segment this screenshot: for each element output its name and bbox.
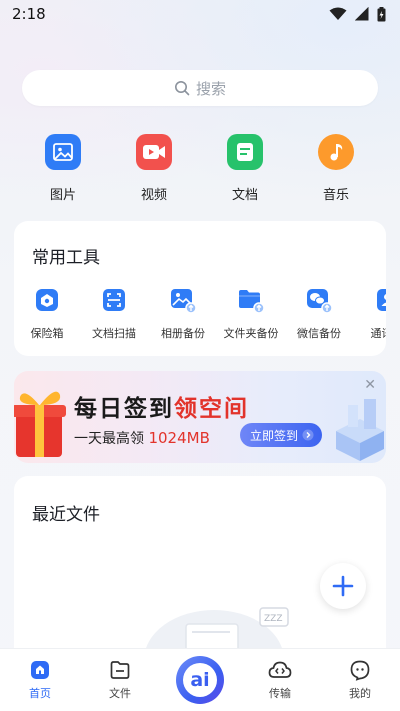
add-button[interactable] — [320, 563, 366, 609]
gift-icon — [14, 391, 66, 457]
wifi-icon — [329, 7, 347, 20]
checkin-button-label: 立即签到 — [250, 428, 299, 443]
tool-label: 保险箱 — [30, 327, 64, 340]
search-input[interactable]: 搜索 — [22, 70, 378, 106]
empty-state-illustration: ZZZ — [146, 607, 289, 648]
category-images[interactable]: 图片 — [28, 134, 98, 203]
category-row: 图片 视频 文档 音乐 — [0, 134, 400, 214]
scan-icon — [99, 285, 129, 315]
tab-home[interactable]: 首页 — [10, 659, 70, 701]
recent-files-title: 最近文件 — [32, 505, 100, 525]
status-icons — [329, 6, 386, 22]
bottom-tab-bar: 首页 文件 ai 传输 我的 — [0, 648, 400, 711]
tool-doc-scan[interactable]: 文档扫描 — [81, 285, 147, 341]
tab-label: 文件 — [109, 687, 131, 700]
banner-subtitle-text: 一天最高领 — [74, 431, 149, 447]
category-label: 文档 — [231, 188, 258, 203]
tool-label: 文档扫描 — [92, 327, 136, 340]
search-icon — [174, 81, 190, 96]
status-bar: 2:18 — [0, 0, 400, 28]
category-documents[interactable]: 文档 — [210, 134, 280, 203]
banner-close-button[interactable]: ✕ — [364, 377, 376, 393]
signal-icon — [355, 7, 369, 21]
banner-subtitle: 一天最高领 1024MB — [74, 428, 210, 448]
music-icon — [318, 134, 354, 170]
battery-icon — [377, 6, 386, 21]
tool-label: 通讯录 — [370, 327, 387, 340]
image-icon — [45, 134, 81, 170]
tool-safe-box[interactable]: 保险箱 — [14, 285, 80, 341]
album-backup-icon — [168, 285, 198, 315]
wechat-backup-icon — [304, 285, 334, 315]
video-icon — [136, 134, 172, 170]
tab-label: 我的 — [349, 687, 371, 700]
category-videos[interactable]: 视频 — [119, 134, 189, 203]
tab-transfer[interactable]: 传输 — [250, 659, 310, 701]
svg-text:ZZZ: ZZZ — [264, 614, 283, 624]
tool-wechat-backup[interactable]: 微信备份 — [286, 285, 352, 341]
profile-icon — [350, 660, 370, 681]
building-illustration — [336, 399, 384, 461]
chevron-right-icon — [302, 429, 314, 441]
status-time: 2:18 — [12, 5, 46, 23]
home-icon — [31, 661, 49, 679]
cloud-transfer-icon — [268, 661, 292, 678]
contacts-icon — [372, 285, 386, 315]
tab-files[interactable]: 文件 — [90, 659, 150, 701]
folder-icon — [110, 661, 130, 679]
banner-title: 每日签到领空间 — [74, 389, 249, 423]
document-icon — [227, 134, 263, 170]
tab-label: 传输 — [269, 687, 291, 700]
common-tools-card: 常用工具 保险箱 文档扫描 相册备份 文件夹备份 微信备份 通 — [14, 221, 386, 356]
banner-amount: 1024MB — [148, 429, 210, 447]
tool-label: 微信备份 — [297, 327, 341, 340]
checkin-button[interactable]: 立即签到 — [240, 423, 323, 447]
ai-label: ai — [190, 669, 210, 691]
search-placeholder: 搜索 — [195, 79, 226, 98]
plus-icon — [332, 575, 354, 597]
safe-box-icon — [32, 285, 62, 315]
banner-title-highlight: 领空间 — [174, 396, 249, 422]
tool-album-backup[interactable]: 相册备份 — [150, 285, 216, 341]
category-label: 图片 — [49, 188, 76, 203]
tab-label: 首页 — [29, 687, 51, 700]
tool-label: 文件夹备份 — [223, 327, 279, 340]
tools-title: 常用工具 — [32, 248, 100, 268]
banner-title-main: 每日签到 — [74, 396, 174, 422]
ai-assistant-button[interactable]: ai — [176, 656, 224, 704]
daily-checkin-banner[interactable]: 每日签到领空间 一天最高领 1024MB 立即签到 ✕ — [14, 371, 386, 463]
tool-folder-backup[interactable]: 文件夹备份 — [218, 285, 284, 341]
category-label: 视频 — [140, 188, 167, 203]
tool-label: 相册备份 — [161, 327, 205, 340]
folder-backup-icon — [236, 285, 266, 315]
tool-contacts[interactable]: 通讯录 — [354, 285, 386, 341]
tab-mine[interactable]: 我的 — [330, 659, 390, 701]
ai-icon: ai — [183, 663, 217, 697]
category-music[interactable]: 音乐 — [301, 134, 371, 203]
category-label: 音乐 — [322, 188, 349, 203]
